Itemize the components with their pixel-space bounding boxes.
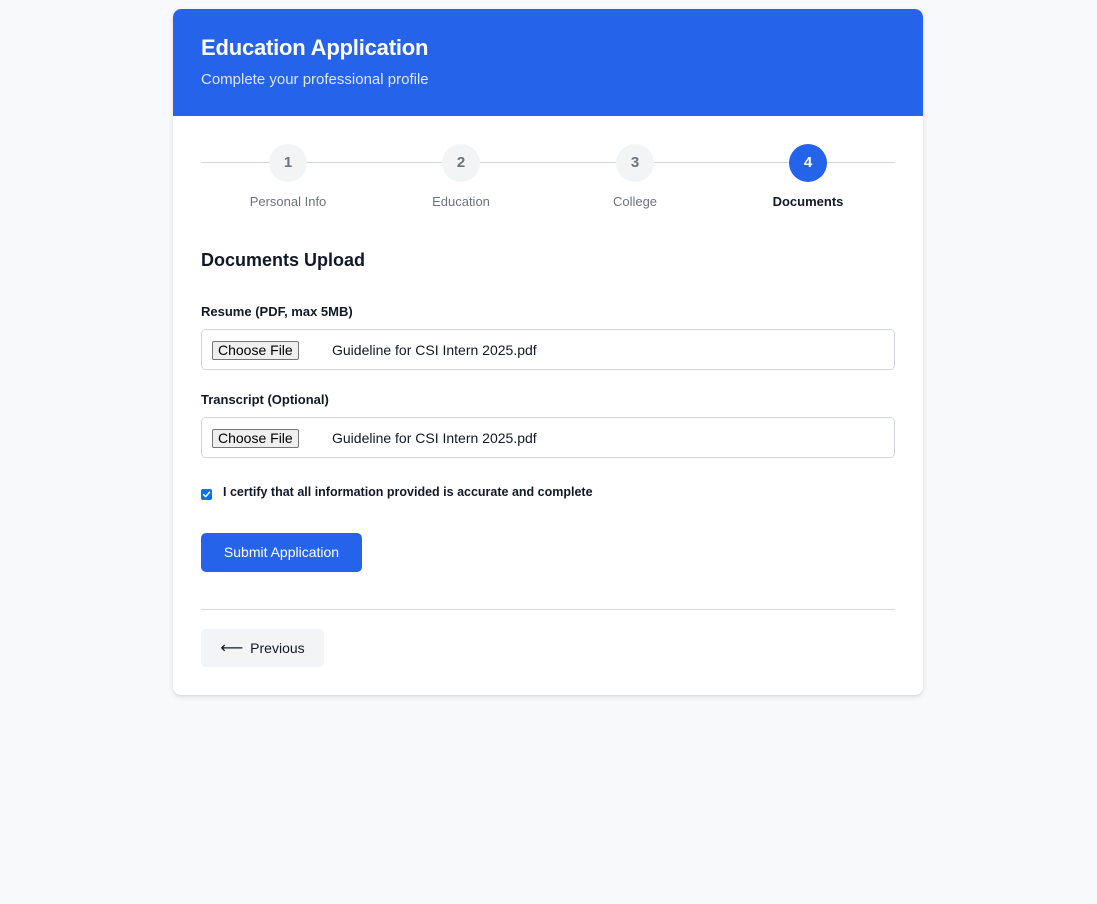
transcript-label: Transcript (Optional)	[201, 392, 329, 407]
resume-choose-file-button[interactable]: Choose File	[212, 341, 299, 360]
resume-file-name: Guideline for CSI Intern 2025.pdf	[332, 342, 537, 358]
transcript-file-name: Guideline for CSI Intern 2025.pdf	[332, 430, 537, 446]
certify-checkbox[interactable]	[201, 489, 212, 500]
application-card: Education Application Complete your prof…	[173, 9, 923, 695]
step-label: Documents	[772, 194, 844, 209]
transcript-file-input[interactable]: Choose File Guideline for CSI Intern 202…	[201, 417, 895, 458]
card-header: Education Application Complete your prof…	[173, 9, 923, 116]
step-documents[interactable]: 4 Documents	[748, 144, 868, 209]
previous-button[interactable]: ⟵ Previous	[201, 629, 324, 667]
step-number: 4	[789, 144, 827, 182]
arrow-left-icon: ⟵	[220, 640, 244, 657]
certify-label[interactable]: I certify that all information provided …	[223, 485, 593, 499]
step-number: 1	[269, 144, 307, 182]
step-number: 3	[616, 144, 654, 182]
step-personal-info[interactable]: 1 Personal Info	[228, 144, 348, 209]
section-title: Documents Upload	[201, 250, 366, 270]
transcript-choose-file-button[interactable]: Choose File	[212, 429, 299, 448]
step-label: College	[612, 194, 658, 209]
step-label: Personal Info	[249, 194, 327, 209]
step-college[interactable]: 3 College	[575, 144, 695, 209]
previous-label: Previous	[250, 640, 305, 656]
page-title: Education Application	[201, 35, 429, 60]
submit-application-button[interactable]: Submit Application	[201, 533, 362, 572]
step-education[interactable]: 2 Education	[401, 144, 521, 209]
checkmark-icon	[202, 491, 211, 498]
resume-file-input[interactable]: Choose File Guideline for CSI Intern 202…	[201, 329, 895, 370]
step-label: Education	[432, 194, 490, 209]
divider	[201, 609, 895, 610]
progress-stepper: 1 Personal Info 2 Education 3 College 4 …	[201, 144, 895, 224]
step-number: 2	[442, 144, 480, 182]
resume-label: Resume (PDF, max 5MB)	[201, 304, 353, 319]
page-subtitle: Complete your professional profile	[201, 71, 429, 88]
